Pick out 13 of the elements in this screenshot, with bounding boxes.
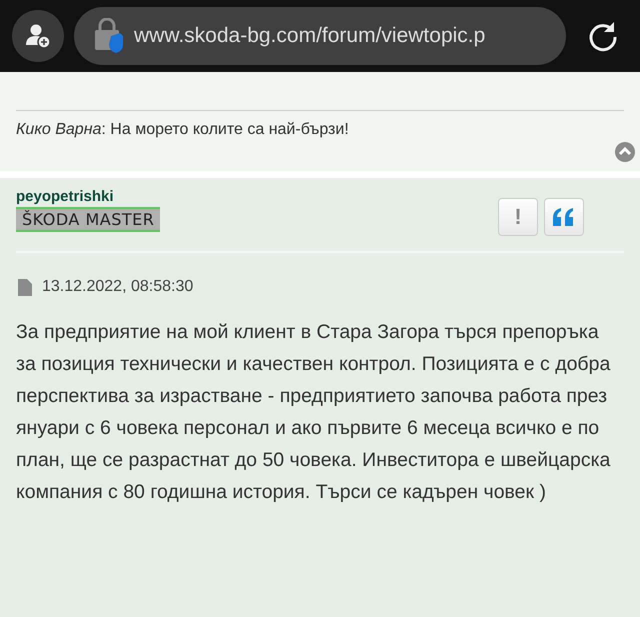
post-date: 13.12.2022, 08:58:30 [42,278,194,296]
post-body: За предприятие на мой клиент в Стара Загора търся препоръка за позиция технически и качествен контрол. Позицията е с добра перспектива за израстване - предприятието започва работа през януари с 6 човека персонал и ако първите 6 месеца всичко е по план, ще се разрастнат до 50 човека. Инвеститора е швейцарска компания с 80 годишна история. Търси се кадърен човек ) [16,320,612,505]
rank-badge: ŠKODA MASTER [16,207,160,232]
url-text: www.skoda-bg.com/forum/viewtopic.p [134,24,486,48]
quote-icon [552,207,576,227]
lock-shield-icon [92,18,124,54]
address-bar[interactable]: www.skoda-bg.com/forum/viewtopic.p [74,7,566,65]
author-name[interactable]: peyopetrishki [16,188,114,205]
profile-button[interactable] [12,10,64,62]
quote-button[interactable] [544,198,584,236]
scroll-up-icon[interactable] [614,141,636,163]
document-icon [18,278,32,296]
quote-line: Кико Варна: На морето колите са най-бързи! [16,121,350,139]
